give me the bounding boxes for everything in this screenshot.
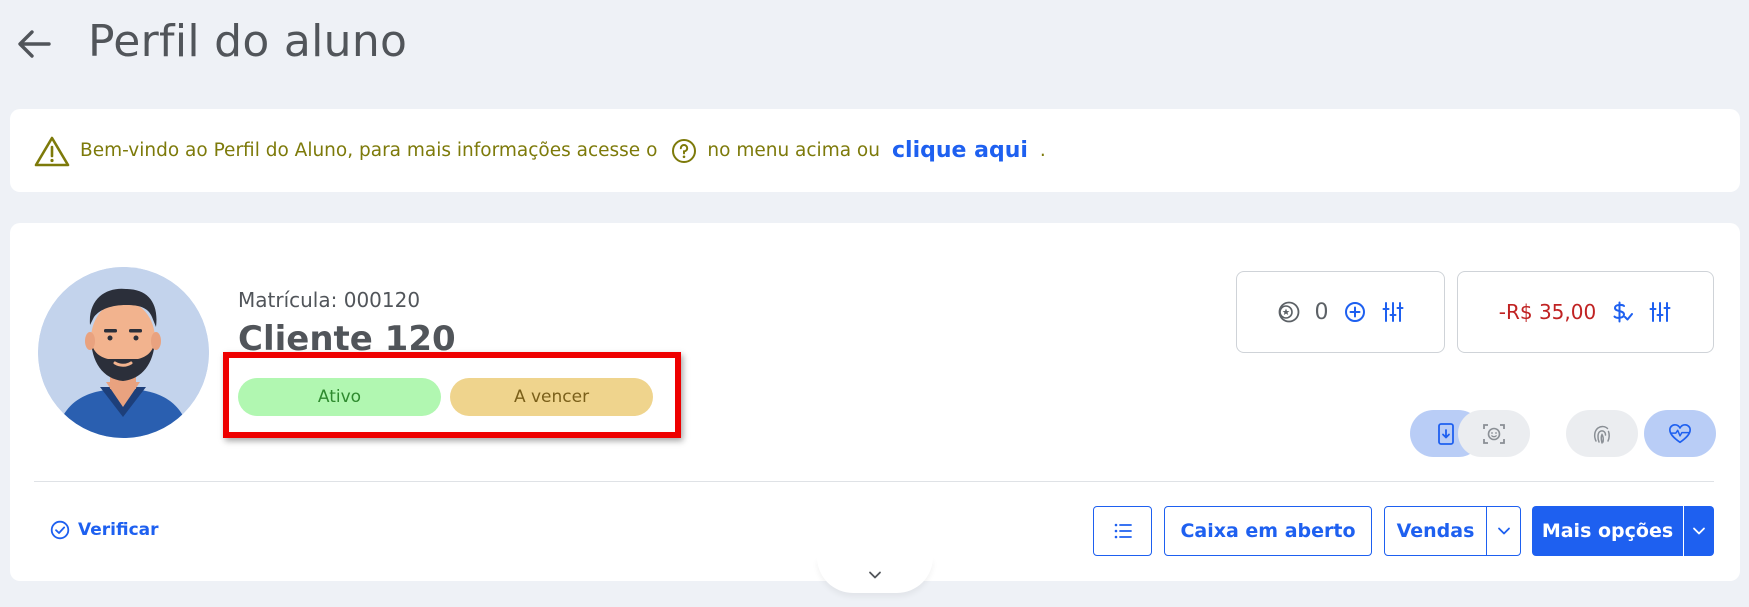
profile-card: Matrícula: 000120 Cliente 120 Ativo A ve… (10, 223, 1740, 581)
info-banner: Bem-vindo ao Perfil do Aluno, para mais … (10, 109, 1740, 192)
chevron-down-icon (1492, 519, 1516, 543)
page-header: Perfil do aluno (0, 0, 1749, 95)
list-icon (1111, 519, 1135, 543)
back-arrow-icon[interactable] (14, 24, 54, 64)
verify-label: Verificar (78, 520, 159, 540)
add-circle-icon[interactable] (1343, 300, 1367, 324)
more-options-button[interactable]: Mais opções (1532, 506, 1683, 556)
dollar-check-icon[interactable] (1610, 300, 1634, 324)
more-options-dropdown-button[interactable] (1684, 506, 1714, 556)
sales-button[interactable]: Vendas (1384, 506, 1487, 556)
phone-download-icon (1434, 422, 1458, 446)
warning-icon (34, 135, 70, 167)
collapse-toggle[interactable] (817, 557, 933, 593)
click-here-link[interactable]: clique aqui (892, 138, 1028, 163)
verify-button[interactable]: Verificar (48, 518, 159, 542)
face-recognition-button[interactable] (1458, 410, 1530, 457)
face-scan-icon (1482, 422, 1506, 446)
banner-text: Bem-vindo ao Perfil do Aluno, para mais … (80, 140, 658, 161)
check-circle-icon (48, 518, 72, 542)
fingerprint-button[interactable] (1566, 410, 1638, 457)
balance-box: -R$ 35,00 (1457, 271, 1714, 353)
list-view-button[interactable] (1093, 506, 1152, 556)
registration-number: Matrícula: 000120 (238, 288, 421, 312)
fingerprint-icon (1590, 422, 1614, 446)
help-circle-icon (671, 138, 697, 164)
open-cashier-button[interactable]: Caixa em aberto (1164, 506, 1372, 556)
chevron-down-icon (1687, 519, 1711, 543)
adjust-sliders-icon[interactable] (1648, 300, 1672, 324)
points-badge-icon (1277, 300, 1301, 324)
page-title: Perfil do aluno (88, 16, 408, 67)
banner-text-after: no menu acima ou (707, 140, 880, 161)
highlight-annotation (223, 352, 681, 438)
sales-dropdown-button[interactable] (1486, 506, 1521, 556)
points-box: 0 (1236, 271, 1445, 353)
divider (34, 481, 1714, 482)
chevron-down-icon (863, 563, 887, 587)
heart-pulse-icon (1668, 422, 1692, 446)
avatar (38, 267, 209, 438)
points-value: 0 (1314, 299, 1329, 325)
balance-value: -R$ 35,00 (1498, 300, 1597, 324)
adjust-sliders-icon[interactable] (1381, 300, 1405, 324)
health-button[interactable] (1644, 410, 1716, 457)
banner-trailing: . (1039, 140, 1046, 161)
